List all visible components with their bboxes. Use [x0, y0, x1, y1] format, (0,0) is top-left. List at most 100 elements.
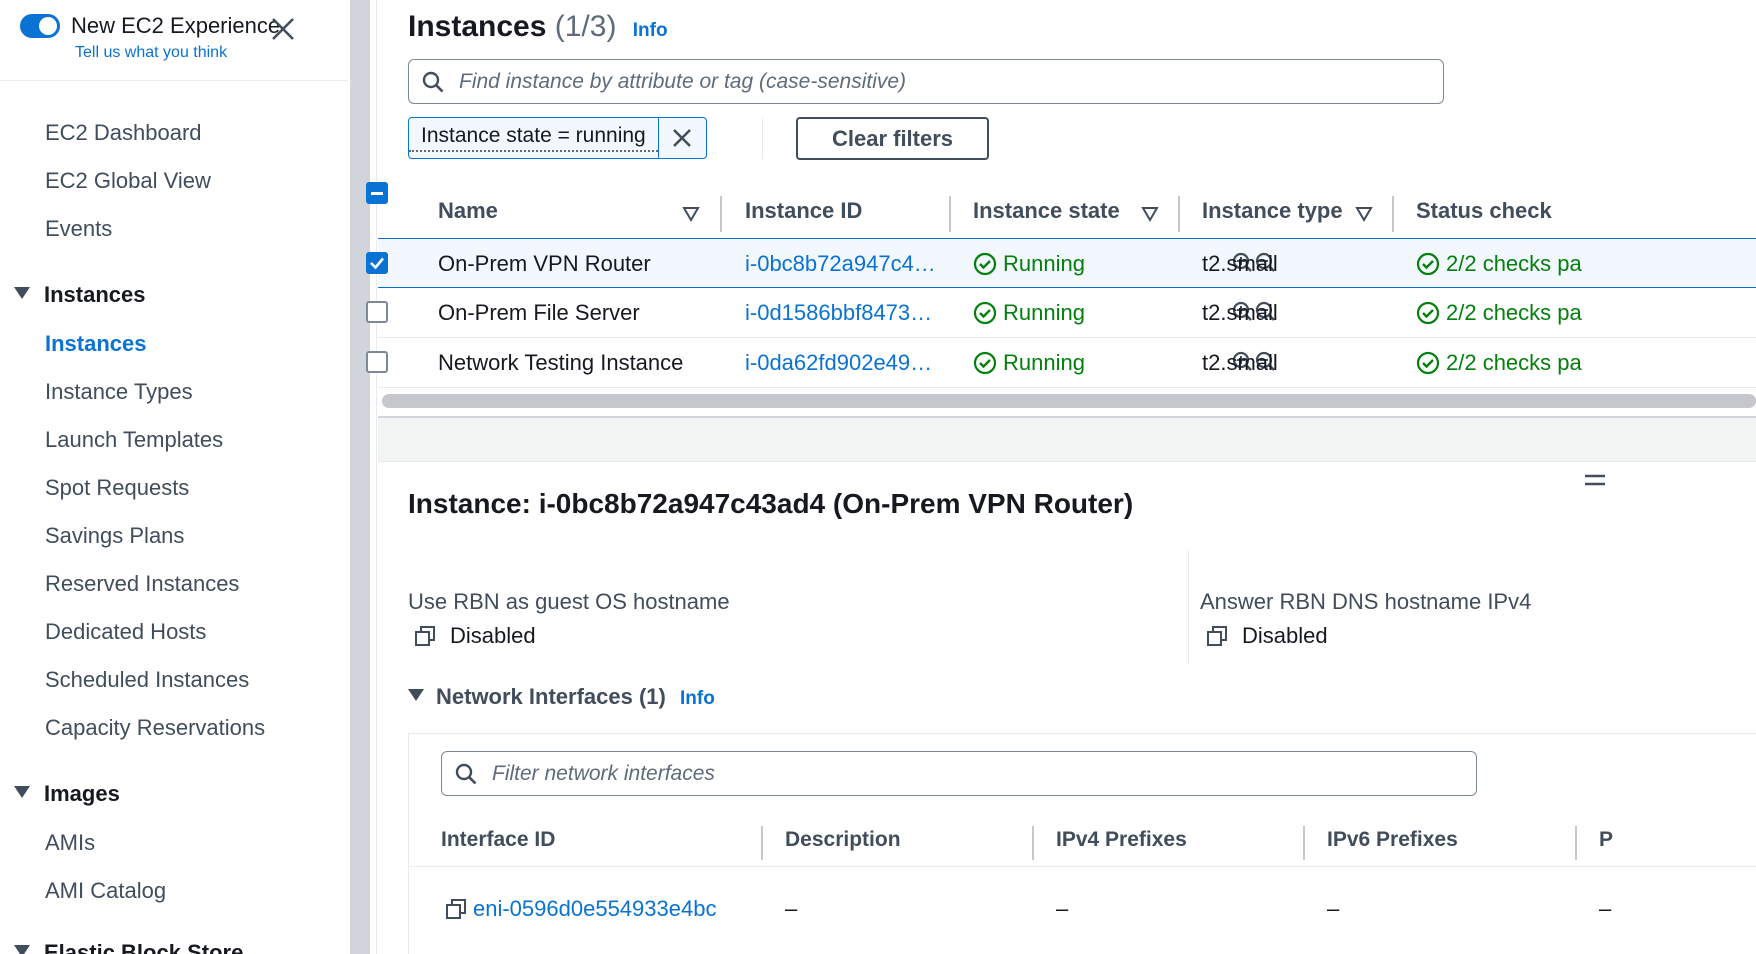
column-ipv4-prefixes[interactable]: IPv4 Prefixes: [1056, 828, 1187, 852]
column-p[interactable]: P: [1599, 828, 1613, 852]
sidebar-section-ebs[interactable]: Elastic Block Store: [14, 940, 243, 954]
sidebar-item-instances[interactable]: Instances: [45, 331, 147, 357]
search-input[interactable]: [459, 66, 1419, 98]
sidebar-item-reserved-instances[interactable]: Reserved Instances: [45, 571, 239, 597]
column-separator[interactable]: [1575, 826, 1577, 860]
clear-filters-button[interactable]: Clear filters: [796, 117, 989, 160]
column-separator[interactable]: [1178, 196, 1180, 232]
drag-handle-icon[interactable]: [1584, 473, 1606, 487]
column-name[interactable]: Name: [438, 198, 498, 224]
column-interface-id[interactable]: Interface ID: [441, 828, 555, 852]
column-separator[interactable]: [1392, 196, 1394, 232]
status-check: 2/2 checks pa: [1416, 251, 1582, 277]
selection-count: (1/3): [554, 10, 617, 43]
copy-icon[interactable]: [445, 898, 467, 920]
instance-state: Running: [973, 251, 1085, 277]
column-instance-type[interactable]: Instance type: [1202, 198, 1343, 224]
close-icon: [673, 129, 692, 147]
table-header-divider: [409, 866, 1756, 867]
network-filter-input[interactable]: [492, 758, 1452, 790]
sidebar-item-dedicated-hosts[interactable]: Dedicated Hosts: [45, 619, 206, 645]
new-experience-toggle[interactable]: [20, 14, 60, 38]
success-icon: [1416, 301, 1440, 325]
instance-type: t2.small: [1202, 350, 1278, 375]
rbn-dns-label: Answer RBN DNS hostname IPv4: [1200, 589, 1532, 614]
sidebar-divider: [0, 80, 348, 81]
remove-filter-button[interactable]: [657, 118, 706, 158]
network-interfaces-title: Network Interfaces (1): [436, 684, 666, 709]
sidebar-item-capacity-reservations[interactable]: Capacity Reservations: [45, 715, 265, 741]
column-status-check[interactable]: Status check: [1416, 198, 1552, 224]
feedback-link[interactable]: Tell us what you think: [75, 44, 227, 62]
sort-icon[interactable]: [682, 206, 700, 222]
rbn-hostname-label: Use RBN as guest OS hostname: [408, 589, 730, 614]
toggle-title: New EC2 Experience: [71, 13, 281, 38]
panel-divider: [370, 0, 377, 954]
copy-icon[interactable]: [1206, 625, 1228, 647]
filter-separator: [762, 117, 763, 159]
rbn-hostname-text: Disabled: [450, 623, 536, 648]
sidebar: New EC2 Experience Tell us what you thin…: [0, 0, 348, 954]
instance-type: t2.small: [1202, 300, 1278, 325]
check-icon: [370, 257, 384, 270]
sidebar-item-savings-plans[interactable]: Savings Plans: [45, 523, 184, 549]
sidebar-item-events[interactable]: Events: [45, 216, 112, 242]
sidebar-item-instance-types[interactable]: Instance Types: [45, 379, 193, 405]
column-instance-state[interactable]: Instance state: [973, 198, 1120, 224]
sidebar-item-ec2-global-view[interactable]: EC2 Global View: [45, 168, 211, 194]
instance-id-link[interactable]: i-0bc8b72a947c4…: [745, 251, 936, 277]
network-interface-filter[interactable]: [441, 751, 1477, 796]
ipv6-prefixes-cell: –: [1327, 896, 1340, 921]
table-row[interactable]: Network Testing Instance i-0da62fd902e49…: [366, 338, 1756, 388]
sidebar-section-instances[interactable]: Instances: [14, 282, 146, 308]
split-panel-resizer[interactable]: [378, 416, 1756, 462]
success-icon: [1416, 351, 1440, 375]
sidebar-section-images[interactable]: Images: [14, 781, 120, 807]
instance-detail-title: Instance: i-0bc8b72a947c43ad4 (On-Prem V…: [408, 488, 1134, 519]
instance-id-link[interactable]: i-0d1586bbf8473…: [745, 300, 932, 326]
instance-state: Running: [973, 350, 1085, 376]
column-description[interactable]: Description: [785, 828, 901, 852]
column-instance-id[interactable]: Instance ID: [745, 198, 862, 224]
filter-token: Instance state = running: [408, 117, 707, 159]
instance-id-link[interactable]: i-0da62fd902e49…: [745, 350, 932, 376]
page-title-text: Instances: [408, 10, 547, 43]
section-label: Instances: [44, 282, 146, 307]
column-separator[interactable]: [949, 196, 951, 232]
row-checkbox[interactable]: [366, 351, 388, 373]
sidebar-item-amis[interactable]: AMIs: [45, 830, 95, 856]
row-checkbox[interactable]: [366, 252, 388, 274]
column-separator[interactable]: [761, 826, 763, 860]
state-label: Running: [1003, 300, 1085, 325]
instance-name: Network Testing Instance: [438, 350, 684, 375]
table-row[interactable]: On-Prem VPN Router i-0bc8b72a947c4… Runn…: [366, 238, 1756, 288]
column-ipv6-prefixes[interactable]: IPv6 Prefixes: [1327, 828, 1458, 852]
info-link[interactable]: Info: [633, 20, 668, 41]
sidebar-scrollbar[interactable]: [350, 0, 370, 954]
sidebar-item-ec2-dashboard[interactable]: EC2 Dashboard: [45, 120, 202, 146]
sort-icon[interactable]: [1355, 206, 1373, 222]
row-checkbox[interactable]: [366, 301, 388, 323]
instance-search[interactable]: [408, 59, 1444, 104]
select-all-checkbox[interactable]: [366, 182, 388, 204]
interface-id-cell: eni-0596d0e554933e4bc: [445, 896, 716, 922]
sidebar-item-scheduled-instances[interactable]: Scheduled Instances: [45, 667, 249, 693]
sort-icon[interactable]: [1141, 206, 1159, 222]
network-interfaces-header[interactable]: Network Interfaces (1) Info: [408, 684, 715, 710]
copy-icon[interactable]: [414, 625, 436, 647]
sidebar-item-ami-catalog[interactable]: AMI Catalog: [45, 878, 166, 904]
sidebar-item-spot-requests[interactable]: Spot Requests: [45, 475, 189, 501]
search-icon: [422, 71, 444, 93]
close-icon[interactable]: [268, 14, 298, 44]
column-separator[interactable]: [1303, 826, 1305, 860]
instance-type: t2.small: [1202, 251, 1278, 276]
sidebar-item-launch-templates[interactable]: Launch Templates: [45, 427, 223, 453]
caret-down-icon: [14, 786, 30, 798]
filter-token-label[interactable]: Instance state = running: [409, 118, 658, 152]
column-separator[interactable]: [1032, 826, 1034, 860]
table-row[interactable]: On-Prem File Server i-0d1586bbf8473… Run…: [366, 288, 1756, 338]
interface-id-link[interactable]: eni-0596d0e554933e4bc: [473, 896, 716, 921]
column-separator[interactable]: [720, 196, 722, 232]
info-link[interactable]: Info: [680, 688, 715, 709]
table-horizontal-scrollbar[interactable]: [382, 394, 1756, 408]
